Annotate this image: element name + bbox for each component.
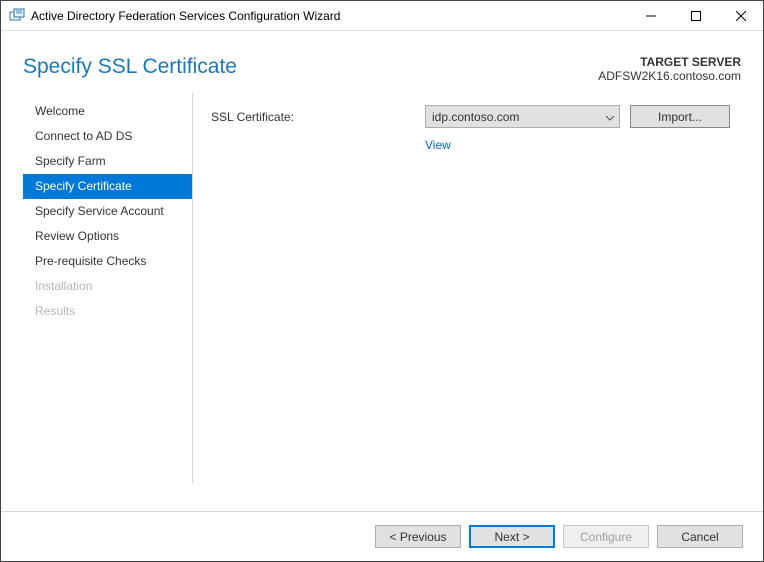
target-server-label: TARGET SERVER bbox=[598, 55, 741, 69]
sidebar-item-connect-adds[interactable]: Connect to AD DS bbox=[23, 124, 192, 149]
configure-button: Configure bbox=[563, 525, 649, 548]
previous-button[interactable]: < Previous bbox=[375, 525, 461, 548]
target-server-value: ADFSW2K16.contoso.com bbox=[598, 69, 741, 83]
ssl-cert-dropdown[interactable]: idp.contoso.com bbox=[425, 105, 620, 128]
view-link[interactable]: View bbox=[425, 138, 451, 152]
window-title: Active Directory Federation Services Con… bbox=[31, 9, 628, 23]
sidebar-item-welcome[interactable]: Welcome bbox=[23, 99, 192, 124]
close-button[interactable] bbox=[718, 1, 763, 30]
sidebar: Welcome Connect to AD DS Specify Farm Sp… bbox=[23, 93, 193, 483]
app-icon bbox=[9, 8, 25, 24]
ssl-cert-selected: idp.contoso.com bbox=[432, 110, 519, 124]
button-bar: < Previous Next > Configure Cancel bbox=[1, 511, 763, 561]
ssl-cert-label: SSL Certificate: bbox=[211, 110, 425, 124]
sidebar-item-review-options[interactable]: Review Options bbox=[23, 224, 192, 249]
sidebar-item-specify-certificate[interactable]: Specify Certificate bbox=[23, 174, 192, 199]
body: Welcome Connect to AD DS Specify Farm Sp… bbox=[1, 93, 763, 483]
page-title: Specify SSL Certificate bbox=[23, 55, 237, 79]
chevron-down-icon bbox=[606, 110, 614, 124]
sidebar-item-prereq-checks[interactable]: Pre-requisite Checks bbox=[23, 249, 192, 274]
sidebar-item-specify-service-account[interactable]: Specify Service Account bbox=[23, 199, 192, 224]
header: Specify SSL Certificate TARGET SERVER AD… bbox=[1, 31, 763, 93]
sidebar-item-results: Results bbox=[23, 299, 192, 324]
window-controls bbox=[628, 1, 763, 30]
import-button[interactable]: Import... bbox=[630, 105, 730, 128]
next-button[interactable]: Next > bbox=[469, 525, 555, 548]
content-area: SSL Certificate: idp.contoso.com Import.… bbox=[193, 93, 763, 483]
minimize-button[interactable] bbox=[628, 1, 673, 30]
ssl-cert-row: SSL Certificate: idp.contoso.com Import.… bbox=[211, 105, 741, 128]
target-server-info: TARGET SERVER ADFSW2K16.contoso.com bbox=[598, 55, 741, 83]
maximize-button[interactable] bbox=[673, 1, 718, 30]
cancel-button[interactable]: Cancel bbox=[657, 525, 743, 548]
sidebar-item-installation: Installation bbox=[23, 274, 192, 299]
sidebar-item-specify-farm[interactable]: Specify Farm bbox=[23, 149, 192, 174]
titlebar: Active Directory Federation Services Con… bbox=[1, 1, 763, 31]
